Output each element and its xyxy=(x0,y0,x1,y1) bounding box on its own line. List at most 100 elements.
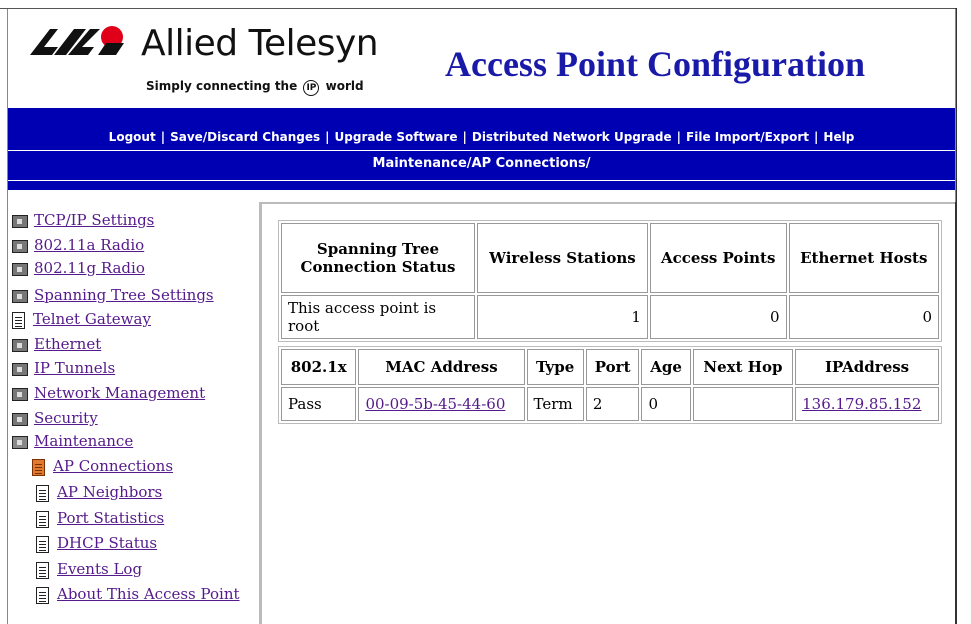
sidebar-item-label[interactable]: AP Connections xyxy=(53,457,173,475)
sidebar-item-telnet-gateway[interactable]: Telnet Gateway xyxy=(12,310,151,332)
sidebar-item-80211g-radio[interactable]: 802.11g Radio xyxy=(12,259,145,281)
folder-icon xyxy=(12,338,28,352)
sidebar-item-label[interactable]: IP Tunnels xyxy=(34,359,115,377)
table-cell xyxy=(692,387,794,421)
table-cell: Pass xyxy=(281,387,357,421)
folder-icon xyxy=(12,362,28,376)
column-header: Port xyxy=(585,349,640,385)
window-top-edge xyxy=(0,0,971,9)
folder-icon xyxy=(12,239,28,253)
sidebar-item-label[interactable]: 802.11a Radio xyxy=(34,236,144,254)
table-cell: 136.179.85.152 xyxy=(795,387,939,421)
column-header: 802.1x xyxy=(281,349,357,385)
sidebar: TCP/IP Settings 802.11a Radio 802.11g Ra… xyxy=(7,202,262,624)
document-icon xyxy=(36,561,49,579)
breadcrumb: Maintenance/AP Connections/ xyxy=(372,156,591,171)
sidebar-item-label[interactable]: Telnet Gateway xyxy=(33,310,151,328)
tagline-text-after: world xyxy=(325,79,364,93)
scrollbar-edge[interactable] xyxy=(955,8,971,624)
folder-icon xyxy=(12,262,28,276)
sidebar-item-label[interactable]: Events Log xyxy=(57,560,142,578)
nav-logout[interactable]: Logout xyxy=(109,130,156,144)
active-document-icon xyxy=(32,458,45,476)
sidebar-item-label[interactable]: About This Access Point xyxy=(57,585,240,603)
table-row: Pass 00-09-5b-45-44-60 Term 2 0 136.179.… xyxy=(281,387,939,421)
column-header: Next Hop xyxy=(692,349,794,385)
document-icon xyxy=(36,510,49,528)
tagline: Simply connecting the IP world xyxy=(146,79,364,96)
table-cell: 00-09-5b-45-44-60 xyxy=(358,387,525,421)
nav-upgrade-software[interactable]: Upgrade Software xyxy=(335,130,458,144)
nav-separator: | xyxy=(160,130,166,144)
column-header: Age xyxy=(641,349,691,385)
folder-icon xyxy=(12,214,28,228)
ip-circle-icon: IP xyxy=(303,80,320,96)
nav-separator: | xyxy=(462,130,467,144)
mac-address-link[interactable]: 00-09-5b-45-44-60 xyxy=(365,395,505,413)
nav-separator: | xyxy=(814,130,819,144)
sidebar-item-label[interactable]: 802.11g Radio xyxy=(34,259,145,277)
table-cell: 2 xyxy=(585,387,640,421)
sidebar-item-label[interactable]: Port Statistics xyxy=(57,509,164,527)
sidebar-item-label[interactable]: Ethernet xyxy=(34,335,101,353)
tagline-text-before: Simply connecting the xyxy=(146,79,298,93)
nav-divider-bottom xyxy=(8,180,955,181)
brand-name: Allied Telesyn xyxy=(141,23,379,64)
column-header: Type xyxy=(526,349,584,385)
column-header: MAC Address xyxy=(358,349,525,385)
sidebar-item-about-this-access-point[interactable]: About This Access Point xyxy=(36,585,240,607)
table-cell: Term xyxy=(526,387,584,421)
nav-divider-top xyxy=(8,150,955,151)
connections-table: 802.1x MAC Address Type Port Age Next Ho… xyxy=(278,346,942,424)
document-icon xyxy=(12,311,25,329)
column-header: Wireless Stations xyxy=(477,223,648,293)
document-icon xyxy=(36,586,49,604)
sidebar-item-events-log[interactable]: Events Log xyxy=(36,560,142,582)
sidebar-item-label[interactable]: TCP/IP Settings xyxy=(34,211,154,229)
open-folder-icon xyxy=(12,435,28,449)
table-header-row: Spanning Tree Connection Status Wireless… xyxy=(281,223,939,293)
table-row: This access point is root 1 0 0 xyxy=(281,295,939,339)
sidebar-item-dhcp-status[interactable]: DHCP Status xyxy=(36,534,157,556)
nav-save-discard[interactable]: Save/Discard Changes xyxy=(170,130,320,144)
table-cell: 0 xyxy=(649,295,787,339)
sidebar-item-maintenance[interactable]: Maintenance xyxy=(12,432,133,454)
column-header: Ethernet Hosts xyxy=(788,223,939,293)
sidebar-item-label[interactable]: Security xyxy=(34,409,98,427)
nav-help[interactable]: Help xyxy=(823,130,854,144)
table-cell: 0 xyxy=(641,387,691,421)
nav-separator: | xyxy=(676,130,682,144)
table-cell: 1 xyxy=(477,295,648,339)
column-header: Spanning Tree Connection Status xyxy=(281,223,475,293)
column-header: IPAddress xyxy=(795,349,939,385)
sidebar-item-label[interactable]: Spanning Tree Settings xyxy=(34,286,214,304)
sidebar-item-label[interactable]: DHCP Status xyxy=(57,534,157,552)
sidebar-item-80211a-radio[interactable]: 802.11a Radio xyxy=(12,236,144,258)
sidebar-item-label[interactable]: Maintenance xyxy=(34,432,133,450)
column-header: Access Points xyxy=(649,223,787,293)
top-nav: Logout | Save/Discard Changes | Upgrade Soft… xyxy=(8,130,955,144)
allied-telesyn-logo-icon xyxy=(30,26,124,55)
sidebar-item-network-management[interactable]: Network Management xyxy=(12,384,205,406)
nav-distributed-upgrade[interactable]: Distributed Network Upgrade xyxy=(472,130,672,144)
sidebar-item-spanning-tree[interactable]: Spanning Tree Settings xyxy=(12,286,214,308)
document-icon xyxy=(36,535,49,553)
page-title: Access Point Configuration xyxy=(445,44,865,84)
sidebar-item-security[interactable]: Security xyxy=(12,409,98,431)
folder-icon xyxy=(12,289,28,303)
sidebar-item-tcpip-settings[interactable]: TCP/IP Settings xyxy=(12,211,154,233)
sidebar-item-ap-connections[interactable]: AP Connections xyxy=(32,457,173,479)
ip-address-link[interactable]: 136.179.85.152 xyxy=(802,395,921,413)
sidebar-item-label[interactable]: Network Management xyxy=(34,384,205,402)
sidebar-item-label[interactable]: AP Neighbors xyxy=(57,483,162,501)
summary-table: Spanning Tree Connection Status Wireless… xyxy=(278,220,942,342)
nav-bar xyxy=(8,108,955,190)
nav-file-import-export[interactable]: File Import/Export xyxy=(686,130,809,144)
sidebar-item-ap-neighbors[interactable]: AP Neighbors xyxy=(36,483,162,505)
sidebar-item-port-statistics[interactable]: Port Statistics xyxy=(36,509,164,531)
table-cell: This access point is root xyxy=(281,295,475,339)
sidebar-item-ip-tunnels[interactable]: IP Tunnels xyxy=(12,359,115,381)
sidebar-item-ethernet[interactable]: Ethernet xyxy=(12,335,101,357)
table-cell: 0 xyxy=(788,295,939,339)
table-header-row: 802.1x MAC Address Type Port Age Next Ho… xyxy=(281,349,939,385)
